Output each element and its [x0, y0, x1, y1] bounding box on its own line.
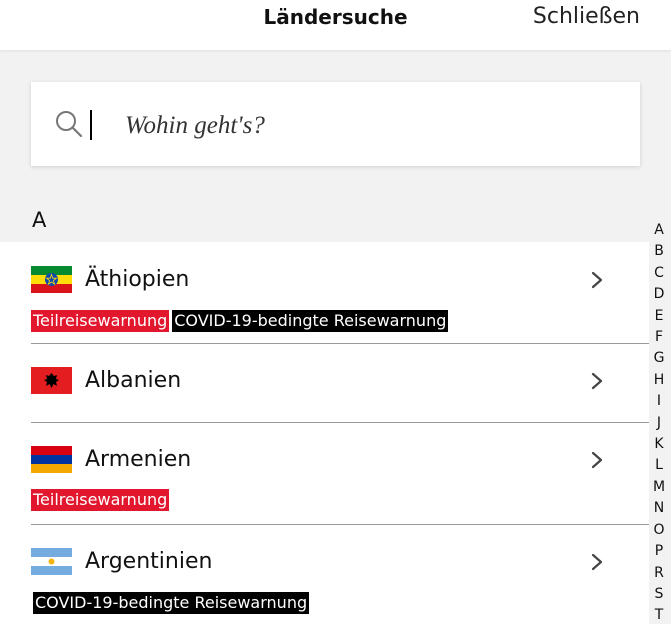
country-name: Argentinien [85, 549, 213, 574]
index-letter-i[interactable]: I [657, 391, 661, 412]
chevron-right-icon [591, 553, 603, 571]
index-letter-r[interactable]: R [654, 563, 664, 584]
text-cursor [90, 110, 92, 140]
index-letter-n[interactable]: N [654, 498, 664, 519]
armenia-flag-icon [31, 446, 72, 473]
albania-flag-icon [31, 367, 72, 394]
header-bar: Ländersuche Schließen [0, 0, 671, 50]
country-list: Äthiopien Teilreisewarnung COVID-19-bedi… [0, 242, 649, 624]
index-letter-f[interactable]: F [655, 327, 663, 348]
index-letter-l[interactable]: L [655, 455, 663, 476]
chevron-right-icon [591, 451, 603, 469]
country-row-albanien[interactable]: Albanien [0, 344, 649, 422]
close-button[interactable]: Schließen [533, 4, 640, 29]
warning-badges: Teilreisewarnung COVID-19-bedingte Reise… [31, 310, 449, 332]
argentina-flag-icon [31, 548, 72, 575]
index-letter-j[interactable]: J [657, 413, 661, 434]
search-input[interactable] [125, 108, 605, 144]
index-letter-m[interactable]: M [653, 477, 665, 498]
index-letter-p[interactable]: P [655, 541, 663, 562]
index-letter-g[interactable]: G [654, 348, 665, 369]
index-letter-h[interactable]: H [654, 370, 665, 391]
country-row-armenien[interactable]: Armenien Teilreisewarnung [0, 423, 649, 524]
index-letter-k[interactable]: K [654, 434, 663, 455]
index-letter-o[interactable]: O [653, 520, 664, 541]
search-icon [56, 111, 83, 138]
index-letter-e[interactable]: E [655, 306, 664, 327]
index-letter-c[interactable]: C [654, 263, 664, 284]
search-box[interactable] [31, 82, 640, 166]
warning-badges: COVID-19-bedingte Reisewarnung [33, 592, 310, 614]
country-name: Äthiopien [85, 267, 190, 292]
alphabet-index[interactable]: A B C D E F G H I J K L M N O P R S T [648, 220, 670, 624]
index-letter-d[interactable]: D [654, 284, 665, 305]
country-row-aethiopien[interactable]: Äthiopien Teilreisewarnung COVID-19-bedi… [0, 242, 649, 343]
country-name: Armenien [85, 447, 192, 472]
index-letter-t[interactable]: T [655, 605, 664, 624]
index-letter-b[interactable]: B [654, 241, 664, 262]
covid-travel-warning-badge: COVID-19-bedingte Reisewarnung [172, 310, 449, 332]
ethiopia-flag-icon [31, 266, 72, 293]
partial-travel-warning-badge: Teilreisewarnung [31, 310, 170, 332]
chevron-right-icon [591, 372, 603, 390]
covid-travel-warning-badge: COVID-19-bedingte Reisewarnung [33, 592, 310, 614]
country-row-argentinien[interactable]: Argentinien COVID-19-bedingte Reisewarnu… [0, 525, 649, 624]
index-letter-a[interactable]: A [654, 220, 664, 241]
chevron-right-icon [591, 271, 603, 289]
warning-badges: Teilreisewarnung [31, 489, 170, 511]
country-name: Albanien [85, 368, 182, 393]
index-letter-s[interactable]: S [655, 584, 664, 605]
section-header-letter: A [32, 208, 47, 232]
partial-travel-warning-badge: Teilreisewarnung [31, 489, 170, 511]
